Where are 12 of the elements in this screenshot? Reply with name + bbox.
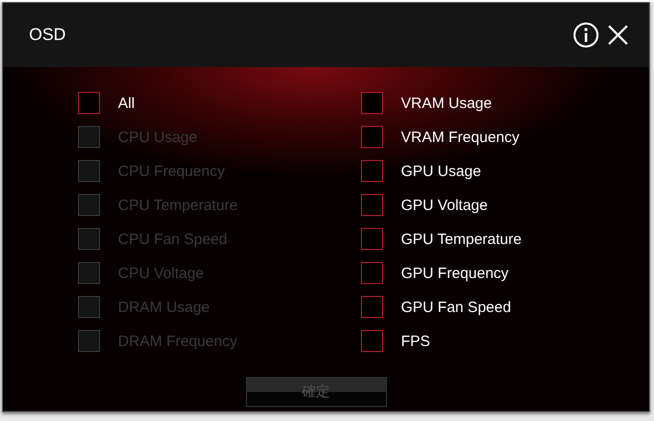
- option-checkbox[interactable]: GPU Usage: [361, 159, 522, 183]
- option-checkbox[interactable]: GPU Frequency: [361, 261, 522, 285]
- close-icon[interactable]: [607, 24, 629, 46]
- option-checkbox[interactable]: FPS: [361, 329, 522, 353]
- option-checkbox[interactable]: VRAM Frequency: [361, 125, 522, 149]
- option-checkbox[interactable]: GPU Fan Speed: [361, 295, 522, 319]
- window-title: OSD: [29, 25, 67, 45]
- option-checkbox[interactable]: VRAM Usage: [361, 91, 522, 115]
- option-checkbox[interactable]: GPU Temperature: [361, 227, 522, 251]
- option-checkbox[interactable]: GPU Voltage: [361, 193, 522, 217]
- info-icon[interactable]: [573, 22, 599, 48]
- option-checkbox[interactable]: All: [78, 91, 361, 115]
